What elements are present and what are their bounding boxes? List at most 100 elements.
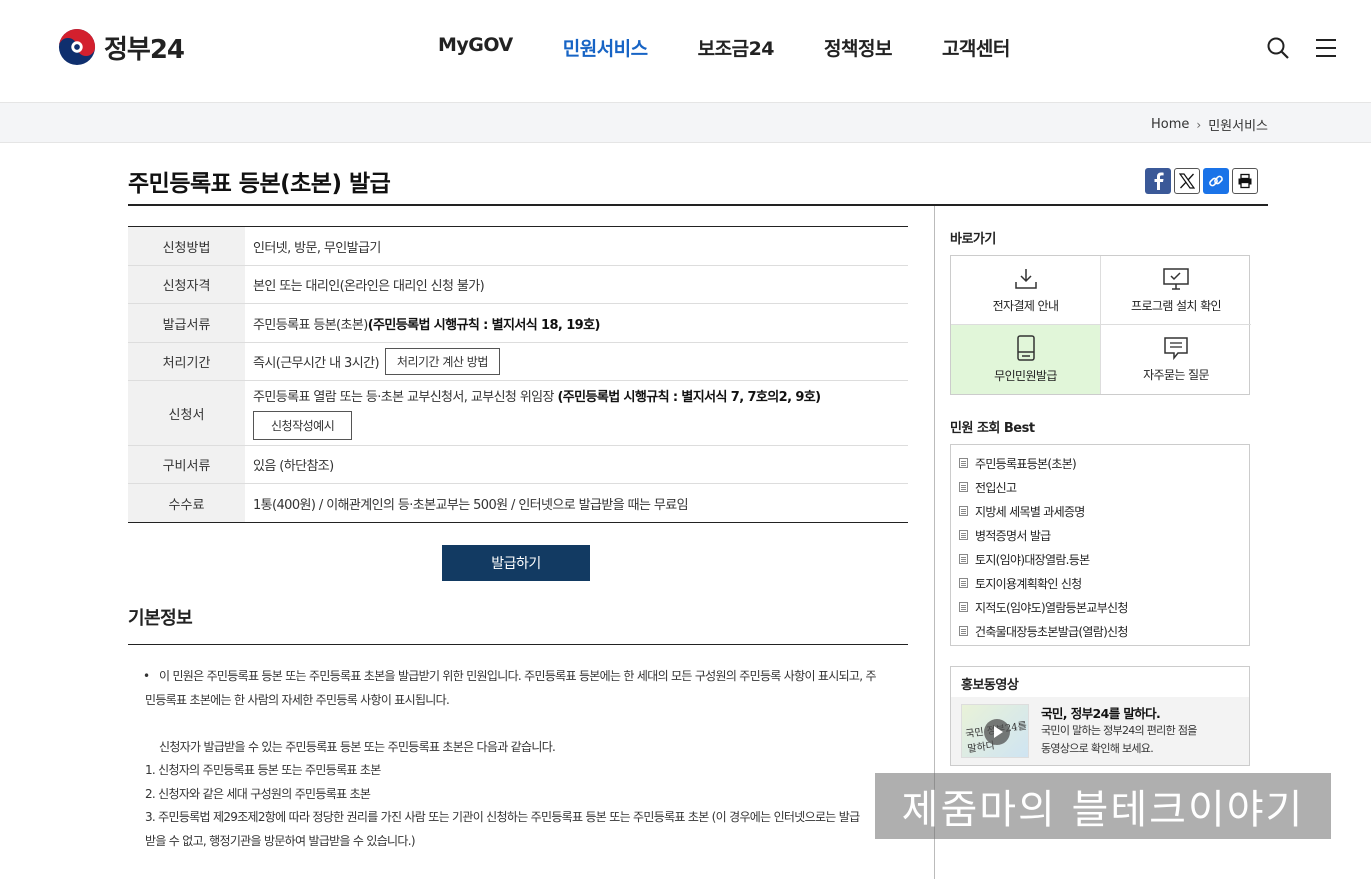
paragraph-line: 민등록표 초본에는 한 사람의 자세한 주민등록 사항이 표시됩니다. bbox=[145, 692, 450, 707]
promo-description-line: 동영상으로 확인해 보세요. bbox=[1041, 742, 1154, 755]
quick-link-kiosk[interactable]: 무인민원발급 bbox=[951, 325, 1101, 394]
row-value: 주민등록표 등본(초본) (주민등록법 시행규칙 : 별지서식 18, 19호) bbox=[245, 304, 908, 342]
promo-card[interactable]: 국민 정부24를 말하다 국민, 정부24를 말하다. 국민이 말하는 정부24… bbox=[951, 697, 1249, 765]
quick-link-label: 무인민원발급 bbox=[994, 369, 1057, 383]
breadcrumb-current[interactable]: 민원서비스 bbox=[1208, 115, 1268, 134]
x-icon bbox=[1179, 173, 1195, 189]
list-item[interactable]: 지방세 세목별 과세증명 bbox=[959, 499, 1249, 523]
x-share-button[interactable] bbox=[1174, 168, 1200, 194]
list-item-label: 토지(임야)대장열람.등본 bbox=[975, 552, 1090, 567]
quick-link-program-check[interactable]: 프로그램 설치 확인 bbox=[1101, 256, 1251, 325]
application-example-button[interactable]: 신청작성예시 bbox=[253, 411, 353, 440]
quick-link-payment[interactable]: 전자결제 안내 bbox=[951, 256, 1101, 325]
row-label: 발급서류 bbox=[128, 304, 245, 342]
table-row: 처리기간 즉시(근무시간 내 3시간) 처리기간 계산 방법 bbox=[128, 343, 908, 381]
best-list: 주민등록표등본(초본) 전입신고 지방세 세목별 과세증명 병적증명서 발급 토… bbox=[950, 444, 1250, 646]
row-text: 1통(400원) / 이해관계인의 등·초본교부는 500원 / 인터넷으로 발… bbox=[253, 497, 689, 513]
nav-subsidy[interactable]: 보조금24 bbox=[698, 34, 775, 61]
link-icon bbox=[1209, 175, 1223, 187]
paragraph-spacer bbox=[145, 712, 895, 736]
promo-description: 국민이 말하는 정부24의 편리한 점을 동영상으로 확인해 보세요. bbox=[1041, 722, 1241, 758]
quick-link-faq[interactable]: 자주묻는 질문 bbox=[1101, 325, 1251, 394]
document-icon bbox=[959, 626, 968, 636]
title-divider bbox=[128, 204, 1268, 206]
breadcrumb: Home › 민원서비스 bbox=[1151, 115, 1268, 134]
table-row: 신청방법 인터넷, 방문, 무인발급기 bbox=[128, 227, 908, 266]
nav-customer-center[interactable]: 고객센터 bbox=[942, 34, 1010, 61]
list-item[interactable]: 토지(임야)대장열람.등본 bbox=[959, 547, 1249, 571]
row-text: 주민등록표 열람 또는 등·초본 교부신청서, 교부신청 위임장 bbox=[253, 390, 558, 405]
row-text: 즉시(근무시간 내 3시간) bbox=[253, 356, 380, 371]
list-item-label: 병적증명서 발급 bbox=[975, 528, 1051, 543]
logo[interactable]: 정부24 bbox=[58, 28, 185, 66]
paragraph-line: 이 민원은 주민등록표 등본 또는 주민등록표 초본을 발급받기 위한 민원입니… bbox=[159, 669, 877, 683]
bullet-icon: • bbox=[143, 669, 150, 683]
row-value: 본인 또는 대리인(온라인은 대리인 신청 불가) bbox=[245, 266, 908, 303]
list-item[interactable]: 전입신고 bbox=[959, 475, 1249, 499]
copy-link-button[interactable] bbox=[1203, 168, 1229, 194]
search-icon[interactable] bbox=[1266, 36, 1290, 60]
row-label: 수수료 bbox=[128, 484, 245, 522]
row-value: 즉시(근무시간 내 3시간) 처리기간 계산 방법 bbox=[245, 343, 908, 380]
table-row: 신청자격 본인 또는 대리인(온라인은 대리인 신청 불가) bbox=[128, 266, 908, 304]
row-value: 인터넷, 방문, 무인발급기 bbox=[245, 227, 908, 265]
list-item-label: 지방세 세목별 과세증명 bbox=[975, 504, 1085, 519]
play-icon[interactable] bbox=[984, 719, 1010, 745]
row-label: 신청자격 bbox=[128, 266, 245, 303]
document-icon bbox=[959, 458, 968, 468]
print-icon bbox=[1238, 173, 1252, 189]
list-item-label: 전입신고 bbox=[975, 480, 1017, 495]
row-value: 주민등록표 열람 또는 등·초본 교부신청서, 교부신청 위임장 (주민등록법 … bbox=[245, 381, 908, 445]
facebook-share-button[interactable] bbox=[1145, 168, 1171, 194]
row-text: 있음 (하단참조) bbox=[253, 459, 334, 474]
facebook-icon bbox=[1154, 172, 1164, 190]
paragraph-line: 3. 주민등록법 제29조제2항에 따라 정당한 권리를 가진 사람 또는 기관… bbox=[145, 810, 860, 824]
row-text-bold: (주민등록법 시행규칙 : 별지서식 18, 19호) bbox=[367, 317, 601, 333]
video-thumbnail[interactable]: 국민 정부24를 말하다 bbox=[961, 704, 1029, 758]
nav-civil-service[interactable]: 민원서비스 bbox=[563, 34, 648, 61]
logo-text: 정부24 bbox=[104, 34, 185, 65]
list-item-label: 주민등록표등본(초본) bbox=[975, 456, 1077, 471]
list-item[interactable]: 병적증명서 발급 bbox=[959, 523, 1249, 547]
quick-link-label: 프로그램 설치 확인 bbox=[1131, 298, 1222, 313]
document-icon bbox=[959, 506, 968, 516]
nav-policy[interactable]: 정책정보 bbox=[824, 34, 892, 61]
breadcrumb-home[interactable]: Home bbox=[1151, 117, 1189, 132]
download-icon bbox=[1014, 268, 1037, 289]
share-tools bbox=[1145, 168, 1261, 194]
processing-period-calc-button[interactable]: 처리기간 계산 방법 bbox=[384, 348, 500, 375]
list-item[interactable]: 토지이용계획확인 신청 bbox=[959, 571, 1249, 595]
list-item[interactable]: 주민등록표등본(초본) bbox=[959, 451, 1249, 475]
row-label: 신청서 bbox=[128, 381, 245, 445]
document-icon bbox=[959, 554, 968, 564]
issue-button[interactable]: 발급하기 bbox=[442, 545, 590, 581]
promo-headline: 국민, 정부24를 말하다. bbox=[1041, 706, 1161, 721]
print-button[interactable] bbox=[1232, 168, 1258, 194]
row-text: 인터넷, 방문, 무인발급기 bbox=[253, 240, 381, 256]
basic-info-text: • 이 민원은 주민등록표 등본 또는 주민등록표 초본을 발급받기 위한 민원… bbox=[143, 665, 895, 853]
row-text-bold: (주민등록법 시행규칙 : 별지서식 7, 7호의2, 9호) bbox=[557, 390, 821, 405]
quick-links: 전자결제 안내 프로그램 설치 확인 무인민원발급 자주묻는 질문 bbox=[950, 255, 1251, 395]
list-item-label: 토지이용계획확인 신청 bbox=[975, 576, 1082, 591]
document-icon bbox=[959, 530, 968, 540]
row-text-line: 주민등록표 열람 또는 등·초본 교부신청서, 교부신청 위임장 (주민등록법 … bbox=[253, 386, 821, 405]
main-nav: MyGOV 민원서비스 보조금24 정책정보 고객센터 bbox=[438, 34, 1060, 61]
section-title: 기본정보 bbox=[128, 608, 193, 629]
best-title: 민원 조회 Best bbox=[950, 421, 1035, 436]
kiosk-icon bbox=[1016, 335, 1035, 361]
promo-title: 홍보동영상 bbox=[951, 667, 1249, 697]
row-label: 구비서류 bbox=[128, 446, 245, 483]
list-item[interactable]: 건축물대장등초본발급(열람)신청 bbox=[959, 619, 1249, 643]
paragraph-line: 2. 신청자와 같은 세대 구성원의 주민등록표 초본 bbox=[145, 786, 371, 801]
row-text: 주민등록표 등본(초본) bbox=[253, 317, 368, 333]
chevron-right-icon: › bbox=[1196, 117, 1202, 132]
list-item[interactable]: 지적도(임야도)열람등본교부신청 bbox=[959, 595, 1249, 619]
table-row: 수수료 1통(400원) / 이해관계인의 등·초본교부는 500원 / 인터넷… bbox=[128, 484, 908, 522]
document-icon bbox=[959, 578, 968, 588]
menu-icon[interactable] bbox=[1314, 36, 1338, 60]
nav-mygov[interactable]: MyGOV bbox=[438, 34, 513, 61]
promo-video: 홍보동영상 국민 정부24를 말하다 국민, 정부24를 말하다. 국민이 말하… bbox=[950, 666, 1250, 766]
breadcrumb-bar: Home › 민원서비스 bbox=[0, 102, 1371, 143]
speech-bubble-icon bbox=[1164, 337, 1188, 360]
quick-link-label: 전자결제 안내 bbox=[992, 298, 1059, 313]
